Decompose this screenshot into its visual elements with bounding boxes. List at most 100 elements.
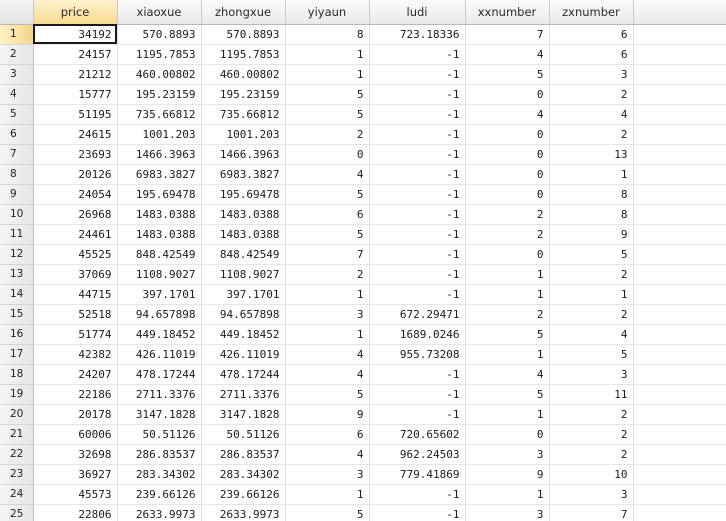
cell-yiyaun[interactable]: 7 bbox=[285, 244, 370, 265]
cell-price[interactable]: 21212 bbox=[33, 64, 118, 85]
row-number[interactable]: 24 bbox=[0, 484, 34, 505]
row-number[interactable]: 23 bbox=[0, 464, 34, 485]
cell-xiaoxue[interactable]: 3147.1828 bbox=[117, 404, 202, 425]
cell-xiaoxue[interactable]: 449.18452 bbox=[117, 324, 202, 345]
cell-price[interactable]: 45573 bbox=[33, 484, 118, 505]
cell-price[interactable]: 26968 bbox=[33, 204, 118, 225]
cell-price[interactable]: 20178 bbox=[33, 404, 118, 425]
cell-xiaoxue[interactable]: 735.66812 bbox=[117, 104, 202, 125]
cell-zxnumber[interactable]: 2 bbox=[549, 124, 634, 145]
cell-ludi[interactable]: 672.29471 bbox=[369, 304, 466, 325]
row-number[interactable]: 18 bbox=[0, 364, 34, 385]
cell-zxnumber[interactable]: 1 bbox=[549, 164, 634, 185]
cell-xxnumber[interactable]: 5 bbox=[465, 64, 550, 85]
cell-ludi[interactable]: -1 bbox=[369, 264, 466, 285]
row-number[interactable]: 19 bbox=[0, 384, 34, 405]
cell-price[interactable]: 20126 bbox=[33, 164, 118, 185]
row-number[interactable]: 21 bbox=[0, 424, 34, 445]
cell-zhongxue[interactable]: 426.11019 bbox=[201, 344, 286, 365]
cell-yiyaun[interactable]: 8 bbox=[285, 24, 370, 45]
corner-cell[interactable] bbox=[0, 0, 34, 25]
cell-yiyaun[interactable]: 3 bbox=[285, 464, 370, 485]
cell-yiyaun[interactable]: 6 bbox=[285, 204, 370, 225]
cell-xxnumber[interactable]: 3 bbox=[465, 504, 550, 521]
cell-price[interactable]: 51195 bbox=[33, 104, 118, 125]
column-header-ludi[interactable]: ludi bbox=[369, 0, 466, 25]
cell-xxnumber[interactable]: 1 bbox=[465, 264, 550, 285]
cell-xxnumber[interactable]: 1 bbox=[465, 284, 550, 305]
cell-xiaoxue[interactable]: 397.1701 bbox=[117, 284, 202, 305]
cell-yiyaun[interactable]: 3 bbox=[285, 304, 370, 325]
row-number[interactable]: 12 bbox=[0, 244, 34, 265]
cell-yiyaun[interactable]: 5 bbox=[285, 384, 370, 405]
cell-ludi[interactable]: -1 bbox=[369, 364, 466, 385]
cell-zxnumber[interactable]: 7 bbox=[549, 504, 634, 521]
cell-xxnumber[interactable]: 5 bbox=[465, 384, 550, 405]
cell-xxnumber[interactable]: 0 bbox=[465, 424, 550, 445]
cell-yiyaun[interactable]: 1 bbox=[285, 324, 370, 345]
row-number[interactable]: 20 bbox=[0, 404, 34, 425]
cell-xxnumber[interactable]: 2 bbox=[465, 304, 550, 325]
cell-xxnumber[interactable]: 0 bbox=[465, 124, 550, 145]
cell-price[interactable]: 24615 bbox=[33, 124, 118, 145]
cell-zxnumber[interactable]: 3 bbox=[549, 484, 634, 505]
row-number[interactable]: 3 bbox=[0, 64, 34, 85]
cell-xiaoxue[interactable]: 426.11019 bbox=[117, 344, 202, 365]
cell-xxnumber[interactable]: 0 bbox=[465, 144, 550, 165]
cell-xxnumber[interactable]: 2 bbox=[465, 224, 550, 245]
cell-ludi[interactable]: -1 bbox=[369, 484, 466, 505]
cell-ludi[interactable]: 779.41869 bbox=[369, 464, 466, 485]
cell-ludi[interactable]: -1 bbox=[369, 284, 466, 305]
cell-price[interactable]: 24461 bbox=[33, 224, 118, 245]
cell-ludi[interactable]: -1 bbox=[369, 504, 466, 521]
cell-price[interactable]: 15777 bbox=[33, 84, 118, 105]
cell-ludi[interactable]: 955.73208 bbox=[369, 344, 466, 365]
cell-ludi[interactable]: -1 bbox=[369, 204, 466, 225]
cell-xxnumber[interactable]: 4 bbox=[465, 364, 550, 385]
row-number[interactable]: 11 bbox=[0, 224, 34, 245]
cell-zhongxue[interactable]: 2633.9973 bbox=[201, 504, 286, 521]
cell-yiyaun[interactable]: 6 bbox=[285, 424, 370, 445]
cell-ludi[interactable]: 720.65602 bbox=[369, 424, 466, 445]
cell-xiaoxue[interactable]: 2711.3376 bbox=[117, 384, 202, 405]
cell-xiaoxue[interactable]: 94.657898 bbox=[117, 304, 202, 325]
cell-zxnumber[interactable]: 4 bbox=[549, 324, 634, 345]
cell-zxnumber[interactable]: 2 bbox=[549, 264, 634, 285]
cell-zxnumber[interactable]: 2 bbox=[549, 424, 634, 445]
cell-zhongxue[interactable]: 449.18452 bbox=[201, 324, 286, 345]
cell-yiyaun[interactable]: 5 bbox=[285, 84, 370, 105]
row-number[interactable]: 8 bbox=[0, 164, 34, 185]
cell-zxnumber[interactable]: 6 bbox=[549, 24, 634, 45]
row-number[interactable]: 16 bbox=[0, 324, 34, 345]
cell-price[interactable]: 37069 bbox=[33, 264, 118, 285]
cell-zxnumber[interactable]: 2 bbox=[549, 444, 634, 465]
cell-price[interactable]: 24207 bbox=[33, 364, 118, 385]
row-number[interactable]: 17 bbox=[0, 344, 34, 365]
cell-zhongxue[interactable]: 1195.7853 bbox=[201, 44, 286, 65]
cell-ludi[interactable]: -1 bbox=[369, 164, 466, 185]
cell-yiyaun[interactable]: 1 bbox=[285, 64, 370, 85]
cell-xiaoxue[interactable]: 2633.9973 bbox=[117, 504, 202, 521]
cell-zxnumber[interactable]: 5 bbox=[549, 344, 634, 365]
cell-xxnumber[interactable]: 4 bbox=[465, 104, 550, 125]
cell-zxnumber[interactable]: 2 bbox=[549, 84, 634, 105]
cell-xiaoxue[interactable]: 195.23159 bbox=[117, 84, 202, 105]
cell-xxnumber[interactable]: 4 bbox=[465, 44, 550, 65]
cell-ludi[interactable]: 962.24503 bbox=[369, 444, 466, 465]
cell-price[interactable]: 51774 bbox=[33, 324, 118, 345]
cell-yiyaun[interactable]: 0 bbox=[285, 144, 370, 165]
column-header-yiyaun[interactable]: yiyaun bbox=[285, 0, 370, 25]
cell-zxnumber[interactable]: 2 bbox=[549, 404, 634, 425]
cell-yiyaun[interactable]: 5 bbox=[285, 224, 370, 245]
cell-zxnumber[interactable]: 11 bbox=[549, 384, 634, 405]
cell-zhongxue[interactable]: 1108.9027 bbox=[201, 264, 286, 285]
cell-xxnumber[interactable]: 0 bbox=[465, 84, 550, 105]
cell-xxnumber[interactable]: 0 bbox=[465, 244, 550, 265]
cell-ludi[interactable]: 723.18336 bbox=[369, 24, 466, 45]
cell-ludi[interactable]: -1 bbox=[369, 384, 466, 405]
cell-xiaoxue[interactable]: 1001.203 bbox=[117, 124, 202, 145]
cell-zhongxue[interactable]: 94.657898 bbox=[201, 304, 286, 325]
cell-xxnumber[interactable]: 7 bbox=[465, 24, 550, 45]
cell-zhongxue[interactable]: 3147.1828 bbox=[201, 404, 286, 425]
cell-price[interactable]: 22806 bbox=[33, 504, 118, 521]
